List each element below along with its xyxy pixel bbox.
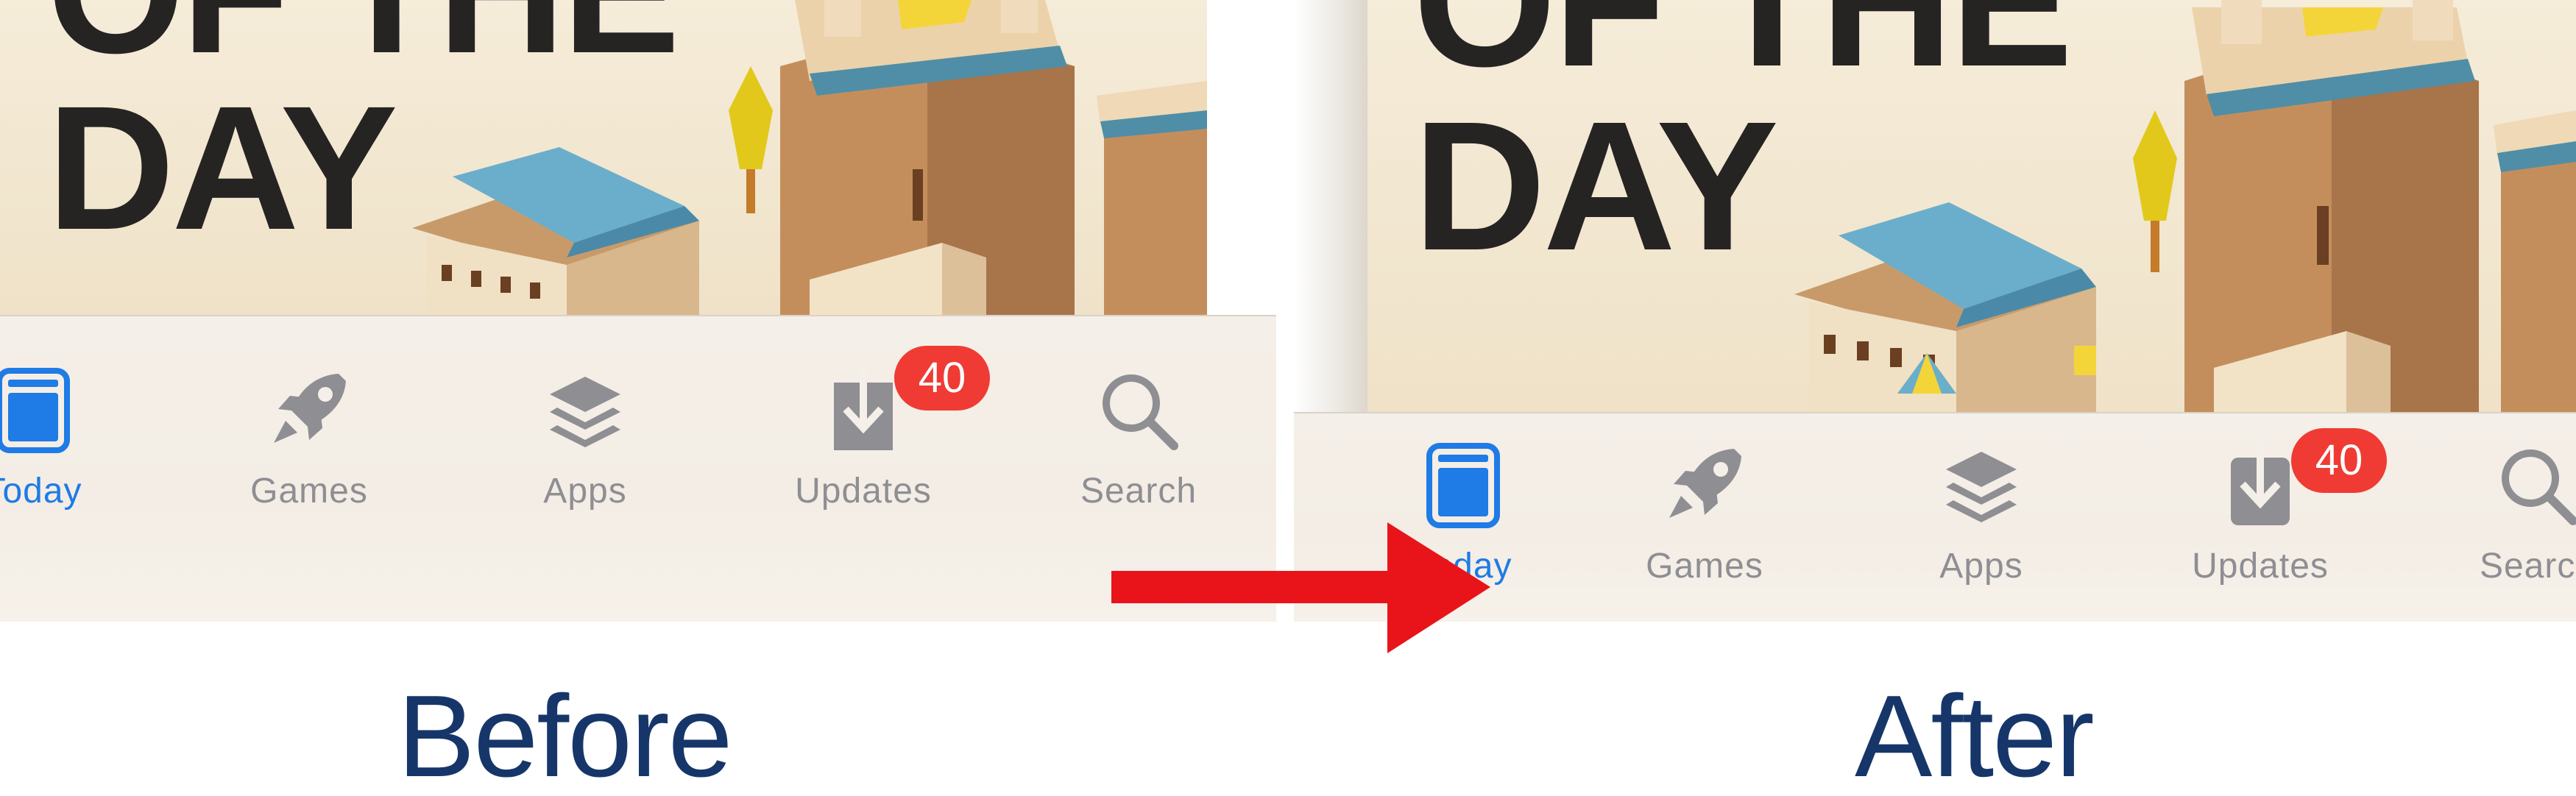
comparison-stage: OF THE DAY	[0, 0, 2576, 796]
castle-illustration	[412, 0, 1207, 315]
tab-apps[interactable]: Apps	[475, 346, 696, 511]
before-screenshot: OF THE DAY	[0, 0, 1276, 622]
rocket-icon	[274, 374, 346, 443]
updates-badge: 40	[2291, 428, 2387, 493]
game-of-the-day-banner[interactable]: OF THE DAY	[0, 0, 1207, 315]
tab-label: Updates	[2192, 547, 2329, 586]
arrow-right-icon	[1111, 522, 1490, 653]
tab-label: Games	[1646, 547, 1763, 586]
tab-apps[interactable]: Apps	[1871, 421, 2092, 586]
after-caption: After	[1855, 672, 2095, 796]
tab-search[interactable]: Search	[2427, 421, 2576, 586]
tab-games[interactable]: Games	[1594, 421, 1815, 586]
tab-label: Search	[1080, 472, 1197, 511]
tab-search[interactable]: Search	[1028, 346, 1249, 511]
tab-label: Apps	[1939, 547, 2023, 586]
search-icon	[1103, 374, 1178, 450]
tab-label: Games	[250, 472, 368, 511]
layers-icon	[1946, 452, 2017, 522]
tab-label: Search	[2479, 547, 2576, 586]
search-icon	[2502, 449, 2576, 525]
tab-bar: Today Games Apps	[0, 315, 1276, 622]
tab-label: Updates	[795, 472, 932, 511]
tab-label: Today	[0, 472, 82, 511]
game-of-the-day-banner[interactable]: OF THE DAY	[1367, 0, 2576, 412]
today-icon	[0, 368, 70, 453]
tab-today[interactable]: Today	[0, 346, 144, 511]
castle-illustration	[1794, 0, 2576, 412]
updates-badge: 40	[894, 346, 990, 411]
tab-updates[interactable]: 40 Updates	[753, 346, 990, 511]
layers-icon	[550, 377, 620, 447]
tab-games[interactable]: Games	[199, 346, 420, 511]
before-caption: Before	[397, 672, 733, 796]
tab-updates[interactable]: 40 Updates	[2150, 421, 2387, 586]
tab-label: Apps	[543, 472, 627, 511]
panel-edge-shadow	[1294, 0, 1367, 412]
rocket-icon	[1669, 449, 1741, 518]
